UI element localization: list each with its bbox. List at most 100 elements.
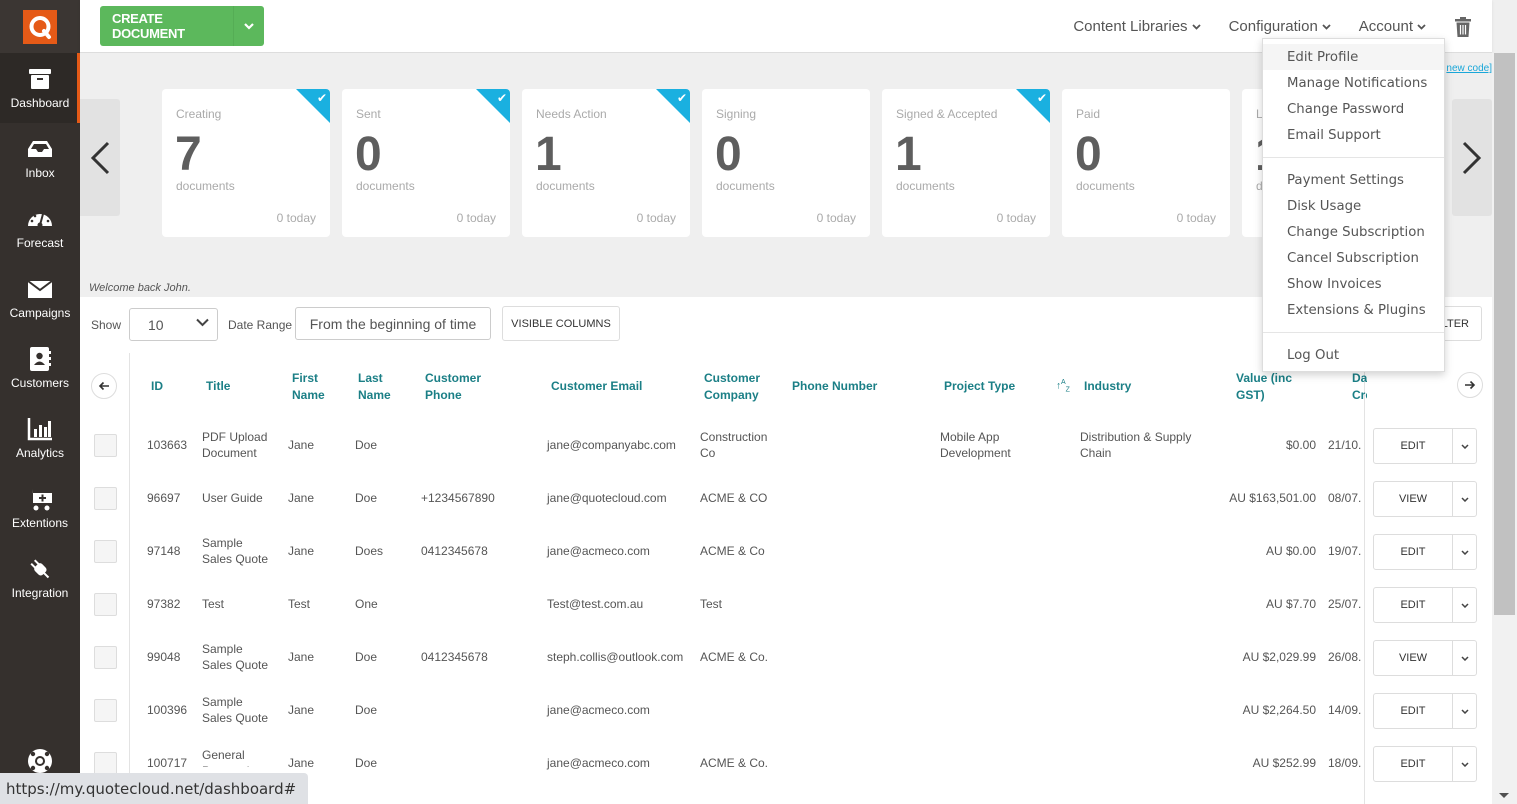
sidebar-item-dashboard[interactable]: Dashboard: [0, 53, 80, 123]
status-card-count: 0: [355, 128, 382, 181]
cell-first: Test: [288, 597, 311, 611]
menu-item-show-invoices[interactable]: Show Invoices: [1263, 271, 1444, 297]
cards-next-button[interactable]: [1452, 99, 1492, 216]
status-card[interactable]: Needs Action 1 documents 0 today ✔: [522, 89, 690, 237]
table-row[interactable]: 103663 PDF Upload Document Jane Doe jane@com…: [80, 419, 1492, 472]
chevron-down-icon: [244, 22, 254, 30]
row-checkbox[interactable]: [94, 434, 117, 457]
sidebar-item-forecast[interactable]: Forecast: [0, 193, 80, 263]
sidebar-item-extentions[interactable]: Extentions: [0, 473, 80, 543]
menu-item-extensions-plugins[interactable]: Extensions & Plugins: [1263, 297, 1444, 323]
date-range-input[interactable]: From the beginning of time: [295, 307, 491, 340]
visible-columns-button[interactable]: VISIBLE COLUMNS: [502, 306, 620, 341]
menu-item-change-password[interactable]: Change Password: [1263, 96, 1444, 122]
column-header-ptype[interactable]: Project Type: [944, 378, 1015, 395]
column-header-industry[interactable]: Industry: [1084, 378, 1131, 395]
row-action-dropdown[interactable]: [1453, 535, 1476, 569]
menu-item-email-support[interactable]: Email Support: [1263, 122, 1444, 148]
cell-value: AU $163,501.00: [1229, 491, 1316, 505]
chevron-left-icon: [90, 141, 110, 174]
status-card-title: Sent: [356, 107, 381, 121]
menu-item-cancel-subscription[interactable]: Cancel Subscription: [1263, 245, 1444, 271]
sidebar-item-inbox[interactable]: Inbox: [0, 123, 80, 193]
chevron-down-icon: [1460, 549, 1469, 555]
menu-item-manage-notifications[interactable]: Manage Notifications: [1263, 70, 1444, 96]
new-code-link[interactable]: new code]: [1446, 63, 1492, 74]
row-checkbox[interactable]: [94, 593, 117, 616]
menu-label: Account: [1358, 18, 1413, 35]
table-row[interactable]: 97382 Test Test One Test@test.com.au Test AU $…: [80, 578, 1492, 631]
status-card[interactable]: Signed & Accepted 1 documents 0 today ✔: [882, 89, 1050, 237]
menu-configuration[interactable]: Configuration: [1229, 18, 1331, 35]
row-action-button[interactable]: EDIT: [1374, 429, 1453, 463]
scroll-table-right-button[interactable]: [1457, 372, 1483, 398]
status-card[interactable]: Paid 0 documents 0 today: [1062, 89, 1230, 237]
column-header-phone[interactable]: Phone Number: [792, 378, 877, 395]
row-action-group: EDIT: [1373, 534, 1477, 570]
row-action-button[interactable]: EDIT: [1374, 694, 1453, 728]
status-card[interactable]: Creating 7 documents 0 today ✔: [162, 89, 330, 237]
row-action-dropdown[interactable]: [1453, 641, 1476, 675]
bar-chart-icon: [27, 416, 53, 446]
row-checkbox[interactable]: [94, 540, 117, 563]
scroll-down-arrow-icon[interactable]: [1499, 793, 1509, 798]
menu-content-libraries[interactable]: Content Libraries: [1073, 18, 1201, 35]
row-action-button[interactable]: EDIT: [1374, 535, 1453, 569]
column-header-email[interactable]: Customer Email: [551, 378, 642, 395]
row-action-dropdown[interactable]: [1453, 429, 1476, 463]
row-action-button[interactable]: VIEW: [1374, 641, 1453, 675]
quotecloud-logo[interactable]: [23, 9, 57, 44]
sidebar-item-analytics[interactable]: Analytics: [0, 403, 80, 473]
menu-item-payment-settings[interactable]: Payment Settings: [1263, 167, 1444, 193]
row-action-group: EDIT: [1373, 587, 1477, 623]
scrollbar-thumb[interactable]: [1494, 53, 1515, 615]
create-document-dropdown-toggle[interactable]: [233, 6, 264, 46]
table-row[interactable]: 97148 Sample Sales Quote Jane Does 041234567…: [80, 525, 1492, 578]
sidebar-item-campaigns[interactable]: Campaigns: [0, 263, 80, 333]
table-row[interactable]: 96697 User Guide Jane Doe +1234567890 jane@qu…: [80, 472, 1492, 525]
cell-cphone: +1234567890: [421, 491, 495, 505]
column-header-id[interactable]: ID: [151, 378, 163, 395]
row-action-button[interactable]: EDIT: [1374, 588, 1453, 622]
column-header-last[interactable]: Last Name: [358, 370, 398, 404]
row-action-button[interactable]: EDIT: [1374, 747, 1453, 781]
row-action-dropdown[interactable]: [1453, 694, 1476, 728]
row-action-dropdown[interactable]: [1453, 588, 1476, 622]
cell-value: AU $252.99: [1252, 756, 1316, 770]
create-document-button[interactable]: CREATE DOCUMENT: [100, 6, 264, 46]
menu-item-edit-profile[interactable]: Edit Profile: [1263, 44, 1444, 70]
row-action-dropdown[interactable]: [1453, 747, 1476, 781]
row-checkbox[interactable]: [94, 646, 117, 669]
menu-item-disk-usage[interactable]: Disk Usage: [1263, 193, 1444, 219]
column-header-first[interactable]: First Name: [292, 370, 332, 404]
scroll-table-left-button[interactable]: [91, 373, 117, 399]
row-checkbox[interactable]: [94, 699, 117, 722]
table-row[interactable]: 99048 Sample Sales Quote Jane Doe 0412345678…: [80, 631, 1492, 684]
column-header-company[interactable]: Customer Company: [704, 370, 766, 404]
sort-az-icon[interactable]: ↑AZ: [1056, 379, 1070, 393]
help-button[interactable]: [0, 748, 80, 774]
sidebar-item-integration[interactable]: Integration: [0, 543, 80, 613]
page-size-select[interactable]: 10: [129, 308, 218, 341]
cards-prev-button[interactable]: [80, 99, 120, 216]
column-header-cphone[interactable]: Customer Phone: [425, 370, 487, 404]
column-header-date[interactable]: Date Crea: [1352, 370, 1367, 404]
table-row[interactable]: 100396 Sample Sales Quote Jane Doe jane@acme…: [80, 684, 1492, 737]
menu-item-change-subscription[interactable]: Change Subscription: [1263, 219, 1444, 245]
menu-item-log-out[interactable]: Log Out: [1263, 342, 1444, 368]
menu-account[interactable]: Account: [1359, 18, 1426, 35]
row-checkbox[interactable]: [94, 752, 117, 775]
status-card[interactable]: Signing 0 documents 0 today: [702, 89, 870, 237]
sidebar-item-customers[interactable]: Customers: [0, 333, 80, 403]
trash-icon[interactable]: [1454, 16, 1472, 37]
column-header-title[interactable]: Title: [206, 378, 230, 395]
row-checkbox[interactable]: [94, 487, 117, 510]
column-header-value[interactable]: Value (inc GST): [1236, 370, 1306, 404]
cell-date: 26/08.: [1328, 650, 1362, 664]
row-action-dropdown[interactable]: [1453, 482, 1476, 516]
status-card[interactable]: Sent 0 documents 0 today ✔: [342, 89, 510, 237]
row-action-button[interactable]: VIEW: [1374, 482, 1453, 516]
chevron-right-icon: [1462, 141, 1482, 174]
plug-icon: [27, 556, 53, 586]
page-scrollbar[interactable]: [1492, 53, 1517, 804]
